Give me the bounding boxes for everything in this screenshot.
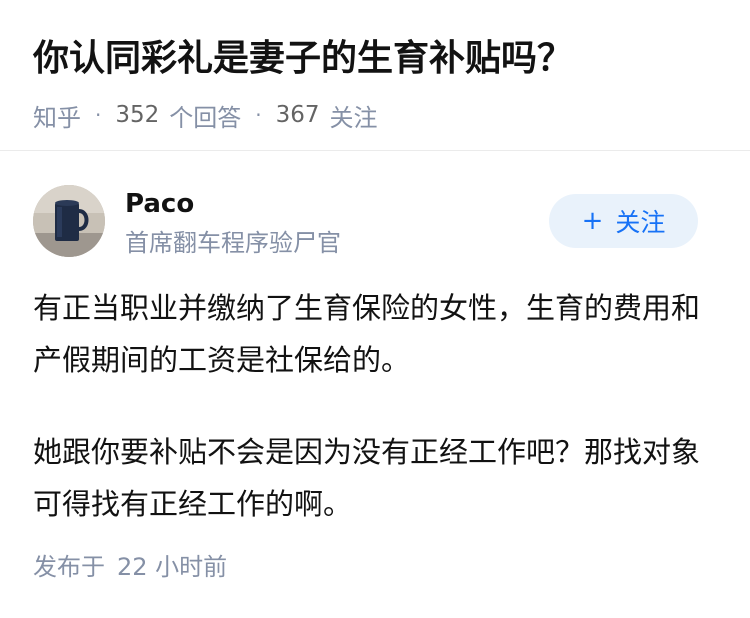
answer-content: 有正当职业并缴纳了生育保险的女性，生育的费用和产假期间的工资是社保给的。 她跟你… — [33, 282, 723, 530]
follow-button-label: 关注 — [615, 208, 666, 237]
follow-button[interactable]: + 关注 — [549, 194, 698, 248]
meta-separator: · — [95, 103, 102, 127]
section-divider — [0, 150, 750, 151]
question-header: 你认同彩礼是妻子的生育补贴吗？ 知乎 · 352 个回答 · 367 关注 — [33, 33, 720, 133]
answer-paragraph: 她跟你要补贴不会是因为没有正经工作吧？那找对象可得找有正经工作的啊。 — [33, 435, 701, 521]
question-source[interactable]: 知乎 — [33, 98, 81, 133]
author-bio: 首席翻车程序验尸官 — [125, 229, 341, 257]
answer-paragraph: 有正当职业并缴纳了生育保险的女性，生育的费用和产假期间的工资是社保给的。 — [33, 291, 701, 377]
avatar[interactable] — [33, 185, 105, 257]
meta-separator: · — [255, 103, 262, 127]
answers-label: 个回答 — [169, 103, 242, 132]
published-time: 22 小时前 — [117, 553, 228, 581]
followers-count: 367 — [275, 102, 320, 128]
question-title[interactable]: 你认同彩礼是妻子的生育补贴吗？ — [33, 33, 720, 85]
question-meta: 知乎 · 352 个回答 · 367 关注 — [33, 98, 720, 133]
zhihu-answer-page: 你认同彩礼是妻子的生育补贴吗？ 知乎 · 352 个回答 · 367 关注 Pa… — [0, 0, 750, 618]
author-name[interactable]: Paco — [125, 188, 194, 220]
answer-author: Paco 首席翻车程序验尸官 + 关注 — [33, 185, 723, 259]
plus-icon: + — [581, 206, 604, 236]
published-label: 发布于 — [33, 553, 105, 581]
followers-label: 关注 — [329, 103, 378, 132]
avatar-photo — [33, 185, 105, 257]
publish-time: 发布于 22 小时前 — [33, 551, 227, 583]
answers-count: 352 — [115, 102, 160, 128]
